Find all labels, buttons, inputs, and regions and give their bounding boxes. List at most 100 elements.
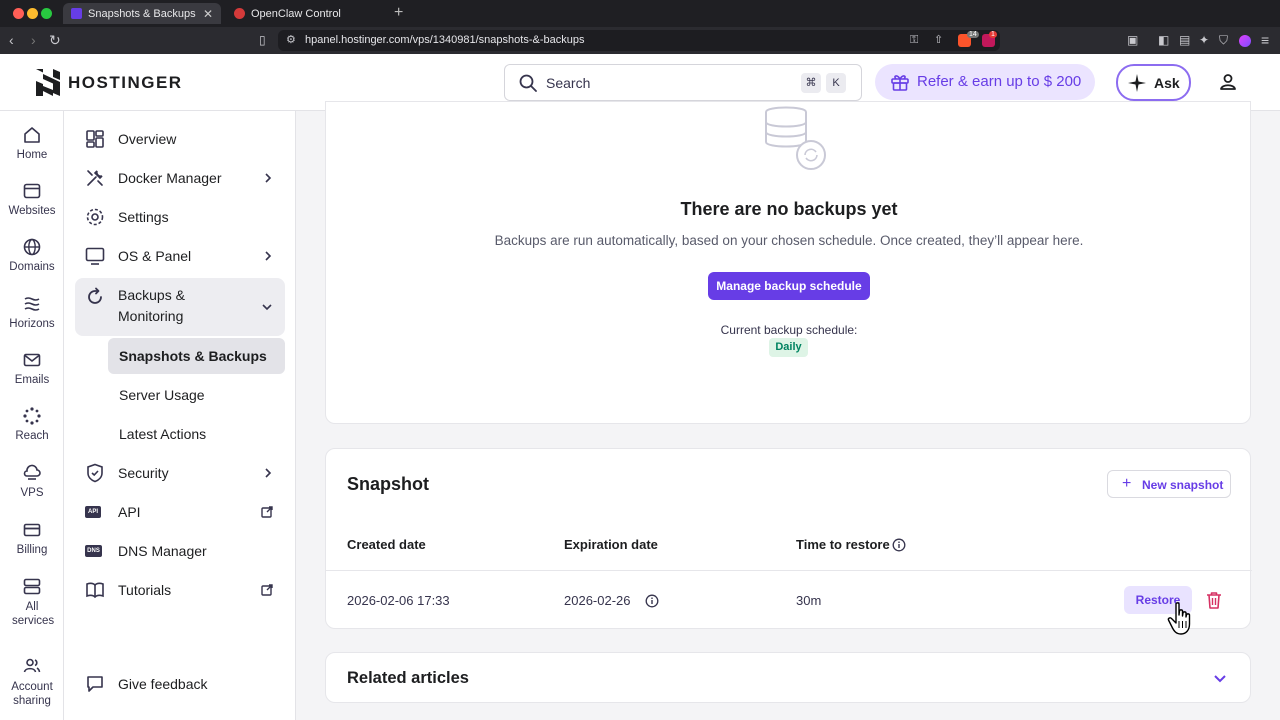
sidebar-item-label: Settings [118, 209, 169, 225]
hostinger-favicon-icon [71, 8, 82, 19]
rail-label: Home [16, 149, 48, 161]
rail-item-domains[interactable]: Domains [0, 238, 64, 273]
tools-icon [87, 170, 103, 186]
snapshot-expiration-date: 2026-02-26 [564, 593, 631, 608]
zoom-window-button[interactable] [41, 8, 52, 19]
share-icon[interactable]: ⇧ [934, 32, 943, 48]
key-icon[interactable]: ⚿ [910, 32, 918, 48]
mail-icon [23, 353, 41, 367]
sidebar-item-dns-manager[interactable]: DNS DNS Manager [75, 532, 285, 570]
profile-icon[interactable] [1239, 35, 1251, 47]
rail-label: VPS [20, 487, 44, 499]
sidebar-subitem-label: Latest Actions [119, 426, 207, 442]
snapshot-card: Snapshot + New snapshot Created date Exp… [325, 448, 1252, 629]
sidebar-item-label: Give feedback [118, 676, 208, 692]
new-snapshot-button[interactable]: + New snapshot [1107, 470, 1231, 498]
sidebar-item-label: Security [118, 465, 169, 481]
extensions-icon[interactable]: ✦ [1199, 32, 1209, 48]
sidebar-item-label: Overview [118, 131, 177, 147]
menu-icon[interactable]: ≡ [1261, 32, 1269, 48]
sidebar-item-backups-monitoring[interactable]: Backups & Monitoring [75, 278, 285, 336]
sidebar-item-label: Backups & Monitoring [118, 287, 185, 324]
sidebar-item-security[interactable]: Security [75, 454, 285, 492]
vpn-icon[interactable]: ⛉ [1219, 32, 1228, 48]
related-articles-card[interactable]: Related articles [325, 652, 1251, 703]
rail-item-billing[interactable]: Billing [0, 521, 64, 556]
forward-icon[interactable]: › [31, 32, 36, 48]
rail-item-horizons[interactable]: Horizons [0, 295, 64, 330]
people-icon [23, 658, 41, 673]
browser-tab-active[interactable]: Snapshots & Backups | Hostinger ✕ [63, 3, 221, 24]
sidebar-item-overview[interactable]: Overview [75, 120, 285, 158]
sidebar-item-docker-manager[interactable]: Docker Manager [75, 159, 285, 197]
api-icon: API [85, 506, 101, 518]
screenshot-icon[interactable]: ▣ [1127, 32, 1138, 48]
horizons-icon [24, 297, 40, 311]
backup-schedule-badge: Daily [769, 338, 808, 357]
close-tab-icon[interactable]: ✕ [203, 7, 213, 21]
trash-icon[interactable] [1206, 591, 1222, 609]
sidebar-item-settings[interactable]: Settings [75, 198, 285, 236]
manage-backup-schedule-button[interactable]: Manage backup schedule [708, 272, 870, 300]
ask-ai-button[interactable]: Ask [1116, 64, 1191, 101]
primary-rail: Home Websites Domains Horizons Emails Re… [0, 111, 64, 720]
rail-label: Reach [15, 430, 49, 442]
minimize-window-button[interactable] [27, 8, 38, 19]
sidebar-item-os-panel[interactable]: OS & Panel [75, 237, 285, 275]
rail-item-account-sharing[interactable]: Account sharing [0, 657, 64, 708]
sidebar-subitem-server-usage[interactable]: Server Usage [108, 377, 285, 413]
rail-item-home[interactable]: Home [0, 126, 64, 161]
sidebar-subitem-snapshots-backups[interactable]: Snapshots & Backups [108, 338, 285, 374]
logo-text[interactable]: HOSTINGER [68, 73, 183, 93]
rail-item-reach[interactable]: Reach [0, 407, 64, 442]
refer-earn-button[interactable]: Refer & earn up to $ 200 [875, 64, 1095, 100]
info-icon[interactable] [645, 594, 659, 608]
rail-label: Emails [14, 374, 50, 386]
address-bar[interactable]: ⚙ hpanel.hostinger.com/vps/1340981/snaps… [278, 30, 1000, 51]
sidebar-toggle-icon[interactable]: ◧ [1158, 32, 1169, 48]
rail-item-all-services[interactable]: All services [0, 577, 64, 628]
chevron-right-icon [265, 251, 272, 261]
sidebar-item-label: API [118, 504, 141, 520]
book-icon [86, 582, 104, 599]
refresh-icon [88, 287, 102, 304]
sidebar-item-give-feedback[interactable]: Give feedback [75, 665, 285, 703]
rail-label: Websites [8, 205, 56, 217]
sidebar-item-api[interactable]: API API [75, 493, 285, 531]
reload-icon[interactable]: ↻ [49, 32, 61, 48]
home-icon [24, 127, 40, 143]
command-key: ⌘ [801, 73, 821, 93]
shield-count-badge: 14 [967, 31, 979, 38]
site-settings-icon[interactable]: ⚙ [286, 32, 296, 48]
chevron-down-icon[interactable] [1213, 674, 1227, 684]
close-window-button[interactable] [13, 8, 24, 19]
search-input[interactable]: Search ⌘ K [504, 64, 862, 101]
bookmark-icon[interactable]: ▯ [259, 32, 266, 48]
gift-icon [891, 75, 909, 91]
account-icon[interactable] [1219, 73, 1237, 91]
sidebar-item-label: Docker Manager [118, 170, 222, 186]
rail-item-emails[interactable]: Emails [0, 351, 64, 386]
sidebar-item-label: Tutorials [118, 582, 172, 598]
rail-item-vps[interactable]: VPS [0, 464, 64, 499]
hand-cursor-icon [1167, 602, 1191, 635]
browser-tab[interactable]: OpenClaw Control [226, 3, 388, 24]
info-icon[interactable] [892, 538, 906, 552]
tab-title: OpenClaw Control [251, 7, 341, 20]
monitor-icon [85, 247, 105, 265]
related-articles-title: Related articles [347, 669, 469, 687]
snapshot-created-date: 2026-02-06 17:33 [347, 593, 450, 608]
new-tab-icon[interactable]: + [394, 4, 403, 22]
hostinger-logo-icon[interactable] [36, 69, 60, 96]
url-text: hpanel.hostinger.com/vps/1340981/snapsho… [305, 34, 585, 46]
wallet-icon[interactable]: ▤ [1179, 32, 1190, 48]
rail-item-websites[interactable]: Websites [0, 182, 64, 217]
sidebar-subitem-latest-actions[interactable]: Latest Actions [108, 416, 285, 452]
search-icon [519, 74, 537, 92]
overview-icon [86, 130, 104, 148]
plus-icon: + [1122, 475, 1132, 492]
ai-spark-icon [1128, 74, 1146, 92]
back-icon[interactable]: ‹ [9, 32, 14, 48]
sidebar-item-tutorials[interactable]: Tutorials [75, 571, 285, 609]
sidebar-item-label: OS & Panel [118, 248, 192, 264]
